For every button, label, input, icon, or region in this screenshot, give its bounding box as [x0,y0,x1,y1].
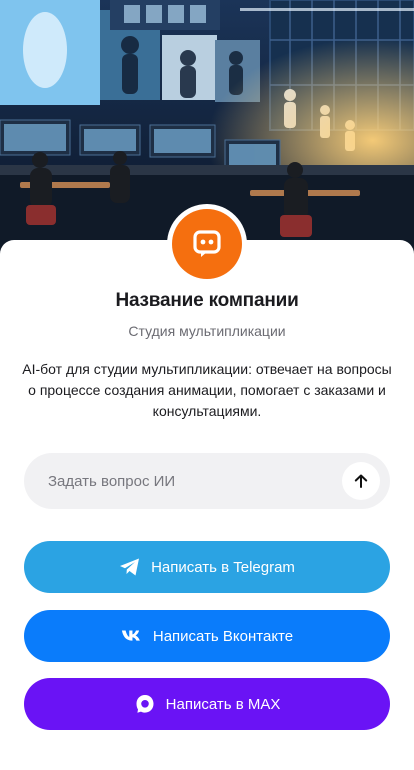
arrow-up-icon [354,474,368,488]
telegram-button[interactable]: Написать в Telegram [24,541,390,593]
ask-ai-input[interactable] [48,472,342,490]
company-name: Название компании [115,290,299,311]
max-label: Написать в MAX [165,695,281,713]
max-button[interactable]: Написать в MAX [24,678,390,730]
telegram-icon [119,556,141,578]
avatar-circle [172,209,242,279]
telegram-label: Написать в Telegram [151,558,295,576]
company-avatar [167,204,247,284]
send-button[interactable] [342,462,380,500]
company-description: AI-бот для студии мультипликации: отвеча… [22,361,392,419]
chat-bot-icon [193,230,221,257]
ask-ai-bar [24,453,390,509]
company-category: Студия мультипликации [128,323,286,339]
vk-button[interactable]: Написать Вконтакте [24,610,390,662]
vk-icon [121,625,143,647]
max-icon [134,693,156,715]
page: Название компании Студия мультипликации … [0,0,414,770]
vk-label: Написать Вконтакте [152,627,294,645]
